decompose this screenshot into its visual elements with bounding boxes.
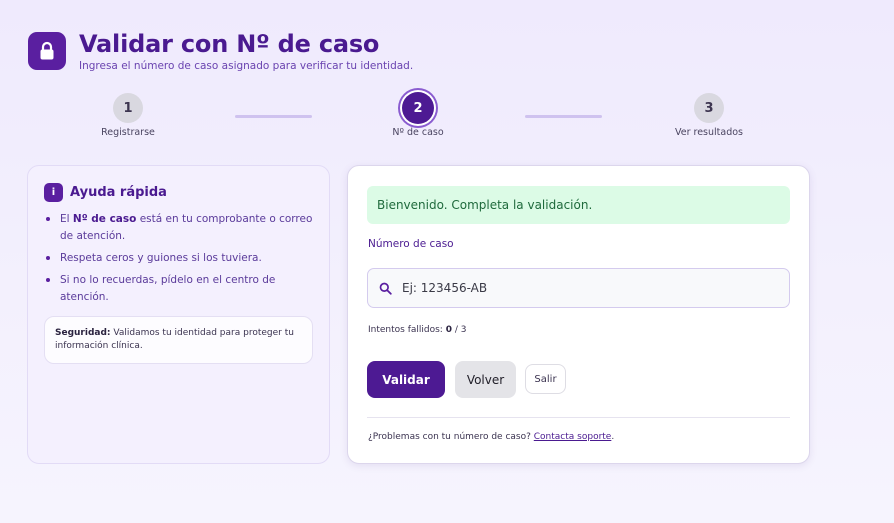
help-title: Ayuda rápida xyxy=(70,185,167,200)
step-label: Registrarse xyxy=(101,127,155,138)
step-registrarse: 1 Registrarse xyxy=(58,93,198,138)
help-list: El Nº de caso está en tu comprobante o c… xyxy=(44,211,313,306)
case-number-field[interactable] xyxy=(367,268,790,308)
support-footer: ¿Problemas con tu número de caso? Contac… xyxy=(368,432,615,442)
help-item: Respeta ceros y guiones si los tuviera. xyxy=(44,250,313,267)
step-ver-resultados: 3 Ver resultados xyxy=(639,93,779,138)
welcome-alert: Bienvenido. Completa la validación. xyxy=(367,186,790,224)
step-numero-de-caso: 2 Nº de caso xyxy=(348,92,488,138)
validation-card: Bienvenido. Completa la validación. Núme… xyxy=(347,165,810,464)
exit-button[interactable]: Salir xyxy=(525,364,566,394)
help-item: Si no lo recuerdas, pídelo en el centro … xyxy=(44,272,313,306)
step-label: Ver resultados xyxy=(674,127,744,138)
case-number-input[interactable] xyxy=(402,281,772,295)
validate-button[interactable]: Validar xyxy=(367,361,445,398)
lock-icon xyxy=(28,32,66,70)
step-number: 1 xyxy=(113,93,143,123)
divider xyxy=(367,417,790,418)
page-title: Validar con Nº de caso xyxy=(79,30,380,58)
page-subtitle: Ingresa el número de caso asignado para … xyxy=(79,60,414,72)
info-icon: i xyxy=(44,183,63,202)
back-button[interactable]: Volver xyxy=(455,361,516,398)
step-connector xyxy=(525,115,602,118)
step-number: 3 xyxy=(694,93,724,123)
search-icon xyxy=(368,282,402,295)
failed-attempts: Intentos fallidos: 0 / 3 xyxy=(368,325,467,335)
contact-support-link[interactable]: Contacta soporte xyxy=(534,432,612,442)
help-panel: i Ayuda rápida El Nº de caso está en tu … xyxy=(27,165,330,464)
step-connector xyxy=(235,115,312,118)
page-header: Validar con Nº de caso Ingresa el número… xyxy=(28,30,413,72)
case-number-label: Número de caso xyxy=(368,238,454,250)
help-item: El Nº de caso está en tu comprobante o c… xyxy=(44,211,313,245)
step-label: Nº de caso xyxy=(392,127,444,138)
step-number: 2 xyxy=(402,92,434,124)
security-note: Seguridad: Validamos tu identidad para p… xyxy=(44,316,313,364)
